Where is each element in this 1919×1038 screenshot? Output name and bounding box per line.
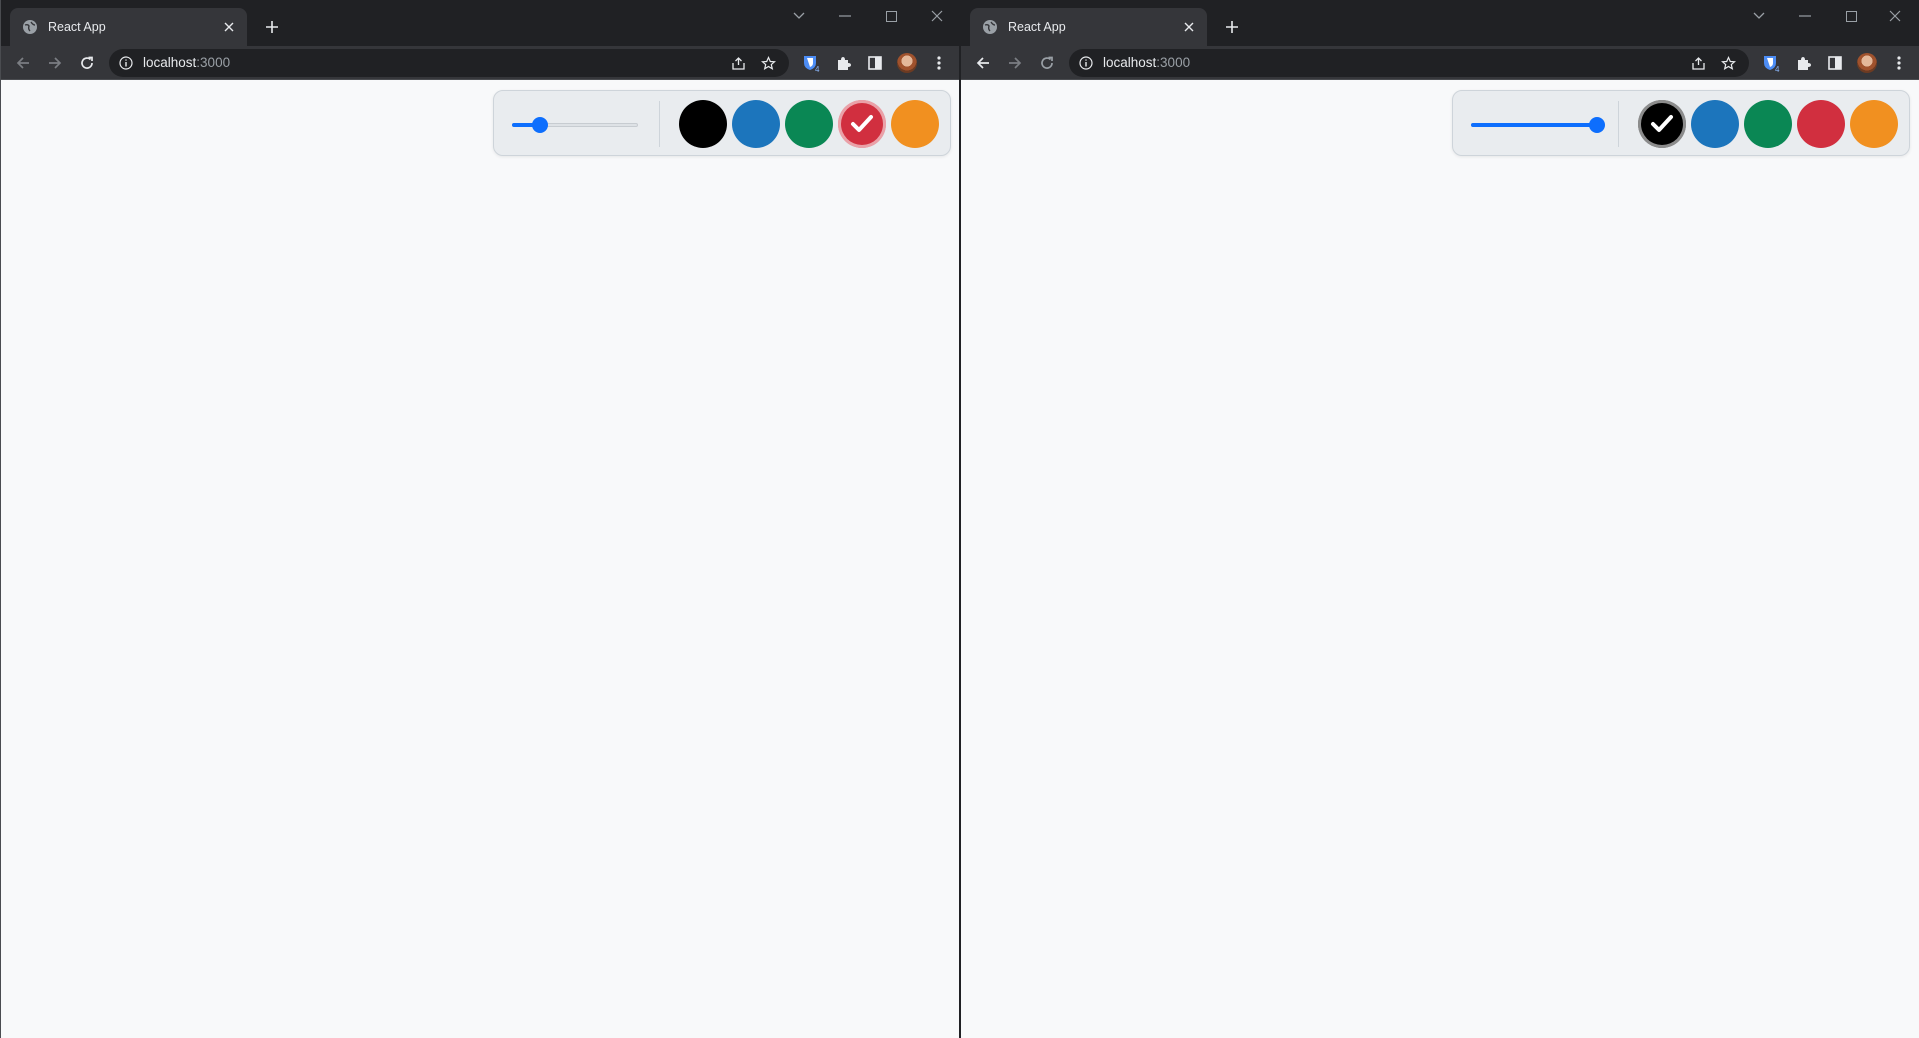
- browser-window-left: React App localhost:3000 4: [0, 0, 959, 1038]
- reload-icon[interactable]: [73, 49, 101, 77]
- drawing-toolbar: [493, 90, 951, 156]
- slider-fill: [1471, 123, 1597, 127]
- address-bar[interactable]: localhost:3000: [1069, 49, 1749, 77]
- minimize-icon[interactable]: [823, 2, 867, 30]
- tab-strip: React App: [961, 0, 1919, 46]
- new-tab-button[interactable]: [259, 14, 285, 40]
- url-text[interactable]: localhost:3000: [143, 55, 230, 70]
- browser-toolbar: localhost:3000 4: [961, 46, 1919, 80]
- reload-icon[interactable]: [1033, 49, 1061, 77]
- tab-search-chevron-icon[interactable]: [777, 2, 821, 30]
- color-swatch-green[interactable]: [1744, 100, 1792, 148]
- address-bar[interactable]: localhost:3000: [109, 49, 789, 77]
- share-icon[interactable]: [727, 52, 749, 74]
- color-swatch-black[interactable]: [1638, 100, 1686, 148]
- toolbar-divider: [659, 101, 660, 147]
- slider-thumb[interactable]: [1589, 117, 1605, 133]
- back-icon[interactable]: [969, 49, 997, 77]
- url-text[interactable]: localhost:3000: [1103, 55, 1190, 70]
- drawing-toolbar: [1452, 90, 1910, 156]
- maximize-icon[interactable]: [869, 2, 913, 30]
- side-panel-icon[interactable]: [1821, 49, 1849, 77]
- close-tab-icon[interactable]: [219, 17, 239, 37]
- extension-shield-icon[interactable]: 4: [1757, 49, 1785, 77]
- extensions-puzzle-icon[interactable]: [1789, 49, 1817, 77]
- site-info-icon[interactable]: [1079, 56, 1093, 70]
- color-swatch-red[interactable]: [838, 100, 886, 148]
- forward-icon[interactable]: [1001, 49, 1029, 77]
- maximize-icon[interactable]: [1829, 2, 1873, 30]
- tab-title: React App: [48, 20, 106, 34]
- extensions-puzzle-icon[interactable]: [829, 49, 857, 77]
- color-swatch-blue[interactable]: [732, 100, 780, 148]
- tab-react-app[interactable]: React App: [10, 8, 247, 46]
- stroke-width-slider[interactable]: [512, 117, 638, 133]
- toolbar-divider: [1618, 101, 1619, 147]
- share-icon[interactable]: [1687, 52, 1709, 74]
- bookmark-star-icon[interactable]: [1717, 52, 1739, 74]
- color-swatch-orange[interactable]: [1850, 100, 1898, 148]
- color-swatch-blue[interactable]: [1691, 100, 1739, 148]
- close-tab-icon[interactable]: [1179, 17, 1199, 37]
- new-tab-button[interactable]: [1219, 14, 1245, 40]
- checkmark-icon: [1651, 115, 1673, 132]
- tab-strip: React App: [1, 0, 959, 46]
- globe-icon: [22, 19, 38, 35]
- kebab-menu-icon[interactable]: [1885, 49, 1913, 77]
- site-info-icon[interactable]: [119, 56, 133, 70]
- slider-thumb[interactable]: [531, 117, 548, 133]
- close-window-icon[interactable]: [1873, 2, 1917, 30]
- extension-shield-icon[interactable]: 4: [797, 49, 825, 77]
- tab-react-app[interactable]: React App: [970, 8, 1207, 46]
- bookmark-star-icon[interactable]: [757, 52, 779, 74]
- stroke-width-slider[interactable]: [1471, 117, 1605, 133]
- tab-search-chevron-icon[interactable]: [1737, 2, 1781, 30]
- tab-title: React App: [1008, 20, 1066, 34]
- svg-text:4: 4: [815, 65, 820, 73]
- kebab-menu-icon[interactable]: [925, 49, 953, 77]
- minimize-icon[interactable]: [1783, 2, 1827, 30]
- page-canvas[interactable]: [961, 80, 1919, 1038]
- desktop: React App localhost:3000 4 React App loc…: [0, 0, 1919, 1038]
- globe-icon: [982, 19, 998, 35]
- svg-text:4: 4: [1775, 65, 1780, 73]
- profile-avatar[interactable]: [893, 49, 921, 77]
- close-window-icon[interactable]: [915, 2, 959, 30]
- color-swatch-green[interactable]: [785, 100, 833, 148]
- checkmark-icon: [851, 115, 873, 132]
- color-swatch-orange[interactable]: [891, 100, 939, 148]
- side-panel-icon[interactable]: [861, 49, 889, 77]
- browser-window-right: React App localhost:3000 4: [961, 0, 1919, 1038]
- forward-icon[interactable]: [41, 49, 69, 77]
- back-icon[interactable]: [9, 49, 37, 77]
- page-canvas[interactable]: [1, 80, 959, 1038]
- color-swatch-red[interactable]: [1797, 100, 1845, 148]
- profile-avatar[interactable]: [1853, 49, 1881, 77]
- browser-toolbar: localhost:3000 4: [1, 46, 959, 80]
- color-swatch-black[interactable]: [679, 100, 727, 148]
